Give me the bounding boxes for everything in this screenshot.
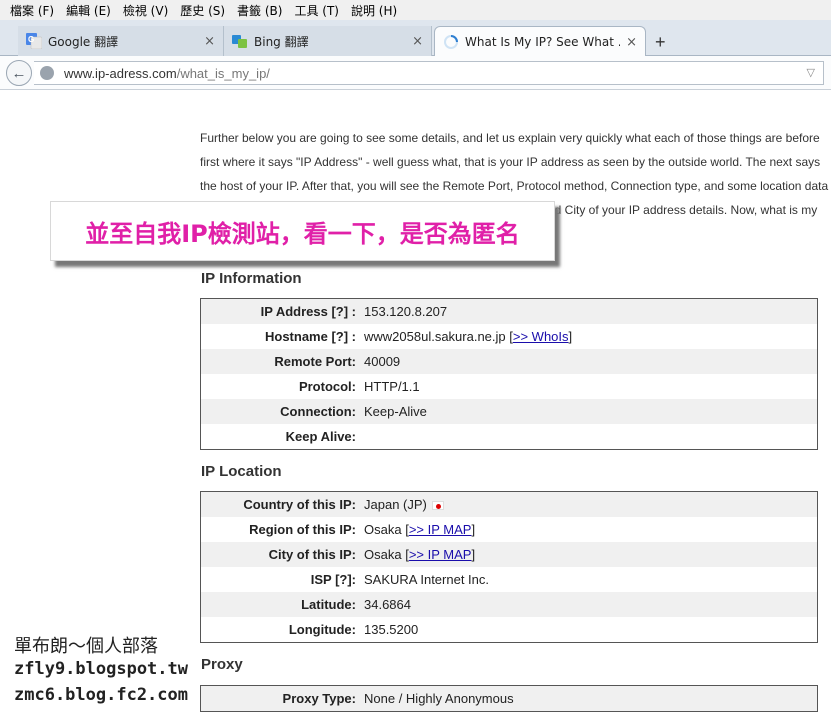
region-value: Osaka: [364, 522, 402, 537]
row-value: www2058ul.sakura.ne.jp [>> WhoIs]: [364, 329, 573, 344]
row-label: Hostname [?] :: [265, 329, 356, 344]
row-value: HTTP/1.1: [364, 379, 420, 394]
close-icon[interactable]: ×: [626, 35, 637, 50]
menu-tools[interactable]: 工具 (T): [288, 2, 345, 19]
tab-title: Bing 翻譯: [254, 34, 309, 49]
table-row: Connection: Keep-Alive: [201, 399, 817, 424]
whois-link[interactable]: >> WhoIs: [513, 329, 569, 344]
url-host: www.ip-adress.com: [64, 65, 177, 81]
table-row: City of this IP: Osaka [>> IP MAP]: [201, 542, 817, 567]
row-label: Remote Port:: [274, 354, 356, 369]
ip-map-link[interactable]: >> IP MAP: [409, 522, 472, 537]
tab-google-translate[interactable]: G Google 翻譯 ×: [18, 26, 224, 56]
table-row: Longitude: 135.5200: [201, 617, 817, 642]
globe-icon: [40, 66, 54, 80]
row-value: Osaka [>> IP MAP]: [364, 522, 476, 537]
table-row: Latitude: 34.6864: [201, 592, 817, 617]
row-value: 153.120.8.207: [364, 304, 448, 319]
row-label: ISP [?]:: [310, 572, 356, 587]
row-value: Keep-Alive: [364, 404, 427, 419]
close-icon[interactable]: ×: [204, 34, 215, 49]
row-value: 34.6864: [364, 597, 411, 612]
tab-bing-translate[interactable]: Bing 翻譯 ×: [224, 26, 432, 56]
row-label: Protocol:: [298, 379, 356, 394]
menu-bar: 檔案 (F) 編輯 (E) 檢視 (V) 歷史 (S) 書籤 (B) 工具 (T…: [0, 0, 831, 20]
row-label: Country of this IP:: [243, 497, 356, 512]
row-value: SAKURA Internet Inc.: [364, 572, 490, 587]
intro-text: Further below you are going to see some …: [200, 126, 831, 217]
new-tab-button[interactable]: +: [655, 32, 666, 53]
row-value: Osaka [>> IP MAP]: [364, 547, 476, 562]
table-row: ISP [?]: SAKURA Internet Inc.: [201, 567, 817, 592]
row-value: Japan (JP): [356, 497, 444, 512]
table-row: Region of this IP: Osaka [>> IP MAP]: [201, 517, 817, 542]
ip-location-table: Country of this IP: Japan (JP) Region of…: [200, 491, 818, 643]
menu-history[interactable]: 歷史 (S): [174, 2, 231, 19]
watermark-url: zfly9.blogspot.tw: [14, 659, 188, 679]
tab-title: What Is My IP? See What ...: [465, 35, 621, 49]
hostname-value: www2058ul.sakura.ne.jp: [364, 329, 506, 344]
menu-file[interactable]: 檔案 (F): [4, 2, 60, 19]
menu-bookmarks[interactable]: 書籤 (B): [231, 2, 288, 19]
row-label: Longitude:: [288, 622, 356, 637]
section-title-proxy: Proxy: [201, 656, 243, 673]
city-value: Osaka: [364, 547, 402, 562]
section-title-ip-location: IP Location: [201, 463, 282, 480]
ip-map-link[interactable]: >> IP MAP: [409, 547, 472, 562]
annotation-banner: 並至自我IP檢測站，看一下，是否為匿名: [50, 201, 555, 261]
menu-help[interactable]: 說明 (H): [345, 2, 403, 19]
row-value: 135.5200: [364, 622, 419, 637]
row-label: Connection:: [280, 404, 356, 419]
intro-line: nd City of your IP address details. Now,…: [548, 203, 818, 217]
tab-what-is-my-ip[interactable]: What Is My IP? See What ... ×: [434, 26, 646, 57]
navigation-bar: www.ip-adress.com/what_is_my_ip/ ▽ ←: [0, 56, 831, 90]
intro-line: first where it says "IP Address" - well …: [200, 155, 821, 169]
annotation-text: 並至自我IP檢測站，看一下，是否為匿名: [85, 219, 520, 248]
svg-text:G: G: [28, 35, 34, 44]
row-label: City of this IP:: [268, 547, 356, 562]
bing-translate-icon: [232, 35, 247, 48]
table-row: Country of this IP: Japan (JP): [201, 492, 817, 517]
row-label: Keep Alive:: [285, 429, 356, 444]
menu-view[interactable]: 檢視 (V): [117, 2, 174, 19]
table-row: Protocol: HTTP/1.1: [201, 374, 817, 399]
row-label: Region of this IP:: [249, 522, 356, 537]
intro-line: the host of your IP. After that, you wil…: [200, 179, 829, 193]
watermark-title: 單布朗～個人部落: [14, 636, 158, 657]
country-value: Japan (JP): [364, 497, 427, 512]
table-row: Remote Port: 40009: [201, 349, 817, 374]
dropdown-arrow-icon[interactable]: ▽: [807, 66, 815, 79]
url-bar[interactable]: www.ip-adress.com/what_is_my_ip/ ▽: [34, 61, 824, 85]
table-row: Keep Alive:: [201, 424, 817, 449]
url-path: /what_is_my_ip/: [176, 65, 270, 81]
row-label: Latitude:: [301, 597, 356, 612]
row-value: 40009: [364, 354, 401, 369]
back-arrow-icon: ←: [11, 64, 27, 82]
loading-icon: [444, 35, 458, 49]
table-row: IP Address [?] : 153.120.8.207: [201, 299, 817, 324]
row-value: None / Highly Anonymous: [364, 691, 514, 706]
menu-edit[interactable]: 編輯 (E): [60, 2, 117, 19]
section-title-ip-information: IP Information: [201, 270, 302, 287]
close-icon[interactable]: ×: [412, 34, 423, 49]
google-translate-icon: G: [26, 33, 42, 49]
table-row: Hostname [?] : www2058ul.sakura.ne.jp [>…: [201, 324, 817, 349]
tab-strip: G Google 翻譯 × Bing 翻譯 × What Is My IP? S…: [0, 20, 831, 57]
row-label: Proxy Type:: [282, 691, 356, 706]
proxy-table: Proxy Type: None / Highly Anonymous: [200, 685, 818, 712]
tab-title: Google 翻譯: [48, 34, 119, 49]
watermark-url: zmc6.blog.fc2.com: [14, 685, 188, 705]
page-content: Further below you are going to see some …: [0, 91, 831, 724]
japan-flag-icon: [431, 501, 444, 511]
back-button[interactable]: ←: [6, 60, 32, 86]
ip-information-table: IP Address [?] : 153.120.8.207 Hostname …: [200, 298, 818, 450]
intro-line: Further below you are going to see some …: [200, 131, 820, 145]
row-label: IP Address [?] :: [260, 304, 356, 319]
table-row: Proxy Type: None / Highly Anonymous: [201, 686, 817, 711]
